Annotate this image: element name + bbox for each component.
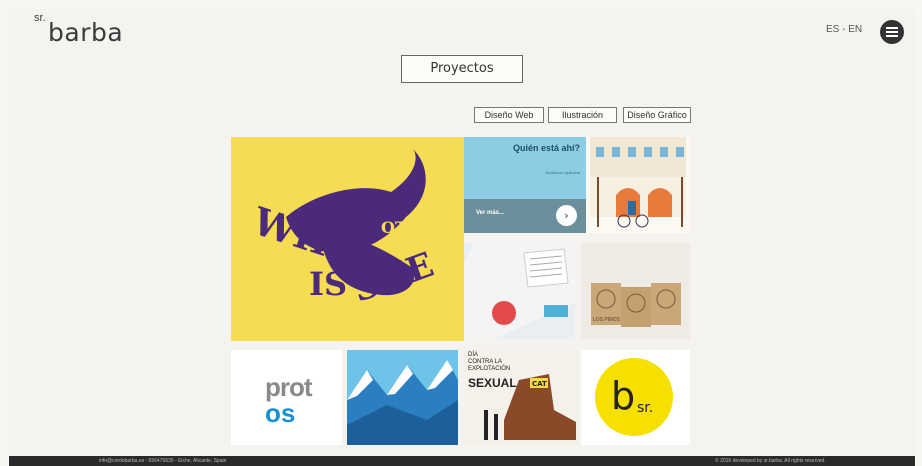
protos-bottom: os	[265, 398, 296, 428]
b-letter: b	[611, 374, 636, 418]
is-text: IS	[309, 265, 347, 303]
sr-letters: sr.	[637, 400, 654, 416]
project-b-sr[interactable]: b sr.	[581, 350, 690, 445]
project-dia-contra[interactable]: DÍA CONTRA LA EXPLOTACIÓN SEXUAL CAT	[464, 350, 579, 445]
who-is-she-artwork: WHO IS SHE OTHERS	[247, 149, 459, 311]
logo-name: barba	[48, 18, 124, 47]
language-switch[interactable]: ES - EN	[826, 24, 862, 35]
magazine-photo	[464, 243, 575, 339]
cat-label: CAT	[532, 380, 547, 388]
boot-illustration: CAT	[484, 374, 576, 440]
quien-title: Quién está ahí?	[512, 143, 580, 153]
ver-mas-link[interactable]: Ver más...	[476, 210, 504, 216]
project-magazine[interactable]	[464, 243, 575, 339]
project-quien-esta-ahi[interactable]: Quién está ahí? Ilustración Aplicada Ver…	[464, 137, 586, 233]
filter-web-design[interactable]: Diseño Web	[474, 107, 544, 123]
cups-photo: LOS PINOS	[591, 283, 681, 327]
project-who-is-she[interactable]: WHO IS SHE OTHERS	[231, 137, 464, 341]
filter-graphic-design[interactable]: Diseño Gráfico	[623, 107, 691, 123]
quien-cta-bar: Ver más... ›	[464, 199, 586, 233]
project-cups[interactable]: LOS PINOS	[581, 243, 690, 339]
building-illustration	[590, 137, 686, 228]
menu-button[interactable]	[880, 20, 904, 44]
footer-contact: info@cordobarba.es - 656475635 - Elche, …	[99, 458, 227, 464]
quien-subtitle: Ilustración Aplicada	[545, 170, 580, 175]
svg-text:OTHERS: OTHERS	[381, 218, 459, 237]
project-building-illustration[interactable]	[586, 137, 690, 233]
logo-sr: sr.	[34, 12, 46, 24]
mountains-illustration	[347, 360, 458, 445]
arrow-right-icon[interactable]: ›	[556, 205, 577, 226]
project-mountains[interactable]	[347, 350, 458, 445]
footer-copyright: © 2016 developed by sr.barba. All rights…	[715, 458, 826, 464]
hamburger-icon-bar	[886, 27, 898, 29]
cups-label: LOS PINOS	[593, 317, 621, 323]
project-protos[interactable]: prot os	[231, 350, 342, 445]
hamburger-icon-bar	[886, 31, 898, 33]
filter-illustration[interactable]: Ilustración	[548, 107, 617, 123]
footer: info@cordobarba.es - 656475635 - Elche, …	[9, 456, 915, 466]
hamburger-icon-bar	[886, 35, 898, 37]
section-title: Proyectos	[401, 55, 523, 83]
